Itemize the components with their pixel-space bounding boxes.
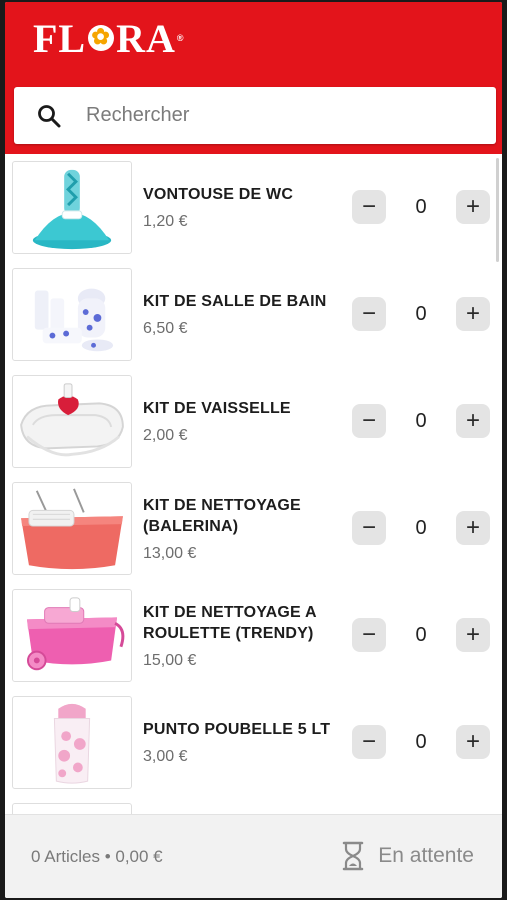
increase-button[interactable]: + (456, 190, 490, 224)
quantity-stepper: − 0 + (352, 190, 490, 224)
decrease-button[interactable]: − (352, 511, 386, 545)
product-price: 2,00 € (143, 427, 188, 444)
product-image-dish-rack (12, 375, 132, 468)
product-item (5, 796, 502, 814)
quantity-value: 0 (415, 409, 427, 432)
decrease-button[interactable]: − (352, 725, 386, 759)
increase-button[interactable]: + (456, 725, 490, 759)
product-image (12, 803, 132, 814)
product-name: KIT DE NETTOYAGE (BALERINA) (143, 496, 301, 535)
product-price: 1,20 € (143, 213, 188, 230)
increase-button[interactable]: + (456, 297, 490, 331)
product-name: KIT DE NETTOYAGE A ROULETTE (TRENDY) (143, 603, 317, 642)
product-list[interactable]: VONTOUSE DE WC 1,20 € − 0 + KIT DE SALLE… (5, 154, 502, 814)
flower-icon (88, 23, 115, 51)
search-input[interactable] (86, 104, 446, 127)
cart-summary: 0 Articles • 0,00 € (31, 847, 163, 866)
product-price: 3,00 € (143, 748, 188, 765)
decrease-button[interactable]: − (352, 190, 386, 224)
product-price: 13,00 € (143, 544, 197, 562)
flora-logo: FLRA® (33, 16, 185, 61)
search-bar[interactable] (14, 87, 496, 144)
quantity-value: 0 (415, 730, 427, 753)
quantity-value: 0 (415, 623, 427, 646)
quantity-value: 0 (415, 195, 427, 218)
quantity-stepper: − 0 + (352, 297, 490, 331)
product-image-trash-bin (12, 696, 132, 789)
product-name: PUNTO POUBELLE 5 LT (143, 721, 331, 738)
product-item: PUNTO POUBELLE 5 LT 3,00 € − 0 + (5, 689, 502, 796)
decrease-button[interactable]: − (352, 618, 386, 652)
decrease-button[interactable]: − (352, 297, 386, 331)
product-price: 15,00 € (143, 651, 197, 669)
product-name: KIT DE VAISSELLE (143, 400, 291, 417)
cart-footer: 0 Articles • 0,00 € En attente (5, 814, 502, 898)
quantity-stepper: − 0 + (352, 725, 490, 759)
search-icon (38, 104, 61, 127)
app-header: FLRA® (5, 2, 502, 154)
product-item: KIT DE VAISSELLE 2,00 € − 0 + (5, 368, 502, 475)
product-item: VONTOUSE DE WC 1,20 € − 0 + (5, 154, 502, 261)
product-image-mop-bucket-coral (12, 482, 132, 575)
decrease-button[interactable]: − (352, 404, 386, 438)
product-image-bathroom-kit (12, 268, 132, 361)
app-screen: FLRA® VONTOUSE DE WC (5, 2, 502, 898)
product-item: KIT DE NETTOYAGE (BALERINA) 13,00 € − 0 … (5, 475, 502, 582)
quantity-stepper: − 0 + (352, 511, 490, 545)
increase-button[interactable]: + (456, 618, 490, 652)
increase-button[interactable]: + (456, 404, 490, 438)
hourglass-icon (343, 841, 364, 871)
order-status-button[interactable]: En attente (342, 841, 474, 871)
product-item: KIT DE SALLE DE BAIN 6,50 € − 0 + (5, 261, 502, 368)
quantity-stepper: − 0 + (352, 618, 490, 652)
order-status-label: En attente (378, 844, 474, 867)
product-price: 6,50 € (143, 320, 188, 337)
quantity-stepper: − 0 + (352, 404, 490, 438)
quantity-value: 0 (415, 302, 427, 325)
product-item: KIT DE NETTOYAGE A ROULETTE (TRENDY) 15,… (5, 582, 502, 689)
product-image-mop-bucket-pink-wheels (12, 589, 132, 682)
product-name: KIT DE SALLE DE BAIN (143, 293, 327, 310)
product-image-toilet-plunger (12, 161, 132, 254)
product-name: VONTOUSE DE WC (143, 186, 294, 203)
increase-button[interactable]: + (456, 511, 490, 545)
quantity-value: 0 (415, 516, 427, 539)
